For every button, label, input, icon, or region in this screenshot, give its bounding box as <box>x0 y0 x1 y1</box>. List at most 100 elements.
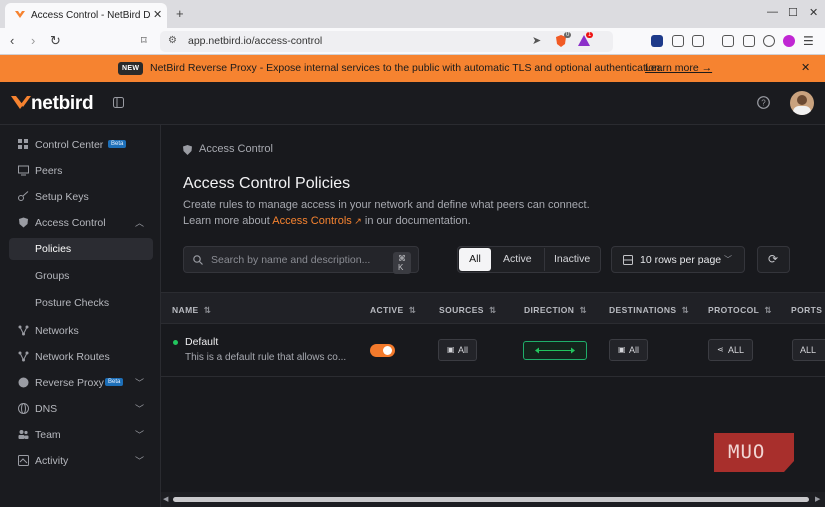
search-input[interactable]: Search by name and description... ⌘ K <box>183 246 419 274</box>
scrollbar-thumb[interactable] <box>173 497 809 502</box>
brand-name: netbird <box>31 93 94 114</box>
horizontal-scrollbar[interactable]: ◀ ▶ <box>161 492 825 507</box>
desc-suffix: in our documentation. <box>361 215 471 227</box>
sidebar-item-label: Team <box>35 429 61 441</box>
filter-active-button[interactable]: Active <box>503 253 532 265</box>
share-icon: ⋖ <box>717 345 724 354</box>
sidebar-item-reverse-proxy[interactable]: Reverse Proxy Beta ﹀ <box>9 372 153 394</box>
minimize-icon[interactable]: — <box>767 6 778 18</box>
sidebar-item-label: Reverse Proxy <box>35 377 104 389</box>
browser-tab-bar: Access Control - NetBird Dashboard ✕ + —… <box>0 0 825 28</box>
sidebar-item-dns[interactable]: DNS ﹀ <box>9 398 153 420</box>
sidebar-item-networks[interactable]: Networks <box>9 320 153 342</box>
learn-more-link[interactable]: Learn more → <box>645 62 712 74</box>
scroll-right-icon[interactable]: ▶ <box>815 495 820 503</box>
external-link-icon: ↗ <box>351 216 362 226</box>
menu-icon[interactable]: ☰ <box>803 34 814 48</box>
chevron-down-icon: ﹀ <box>135 456 145 466</box>
sidebar-item-peers[interactable]: Peers <box>9 160 153 182</box>
breadcrumb[interactable]: Access Control <box>199 143 273 155</box>
sidebar-toggle-icon[interactable] <box>722 35 734 47</box>
close-tab-icon[interactable]: ✕ <box>153 8 162 21</box>
browser-tab[interactable]: Access Control - NetBird Dashboard ✕ <box>5 3 167 28</box>
search-icon <box>193 255 203 265</box>
filter-all-button[interactable]: All <box>459 248 491 271</box>
active-toggle[interactable] <box>370 344 395 357</box>
page-description: Create rules to manage access in your ne… <box>183 199 590 211</box>
shield-icon <box>19 217 28 228</box>
sidebar-item-label: Control Center <box>35 139 104 151</box>
policy-description: This is a default rule that allows co... <box>185 352 347 363</box>
sidebar-item-groups[interactable]: Groups <box>9 265 153 287</box>
bookmark-icon[interactable]: ⌑ <box>141 34 147 47</box>
beta-badge: Beta <box>105 378 124 386</box>
maximize-icon[interactable]: ☐ <box>788 6 798 19</box>
column-header-active[interactable]: ACTIVE ⇅ <box>370 305 416 316</box>
table-row[interactable]: Default This is a default rule that allo… <box>161 325 825 377</box>
profile-icon[interactable] <box>783 35 795 47</box>
column-header-protocol[interactable]: PROTOCOL ⇅ <box>708 305 772 316</box>
sidebar-item-team[interactable]: Team ﹀ <box>9 424 153 446</box>
announcement-banner: NEW NetBird Reverse Proxy - Expose inter… <box>0 55 825 82</box>
chevron-down-icon: ﹀ <box>135 404 145 414</box>
network-icon <box>18 325 29 336</box>
screenshot-icon[interactable] <box>692 35 704 47</box>
leo-ai-icon[interactable] <box>763 35 775 47</box>
sidebar-item-activity[interactable]: Activity ﹀ <box>9 450 153 472</box>
search-placeholder: Search by name and description... <box>211 254 371 266</box>
bidirectional-arrow-icon <box>535 347 575 354</box>
globe-icon <box>18 403 29 414</box>
rows-per-page-select[interactable]: 10 rows per page ﹀ <box>611 246 745 273</box>
scroll-left-icon[interactable]: ◀ <box>163 495 168 503</box>
protocol-value: ALL <box>728 345 745 355</box>
column-header-sources[interactable]: SOURCES ⇅ <box>439 305 496 316</box>
team-icon <box>18 430 29 439</box>
sidebar-item-policies[interactable]: Policies <box>9 238 153 260</box>
beta-badge: Beta <box>108 140 127 148</box>
netbird-app: netbird ? Control Center Beta Peers Setu… <box>0 82 825 507</box>
sidebar-item-posture-checks[interactable]: Posture Checks <box>9 292 153 314</box>
wallet-icon[interactable] <box>743 35 755 47</box>
help-icon[interactable]: ? <box>757 96 770 109</box>
muo-watermark: MUO <box>714 433 794 472</box>
forward-icon[interactable]: › <box>31 33 35 48</box>
column-header-ports[interactable]: PORTS <box>791 305 822 315</box>
sidebar-item-label: Access Control <box>35 217 106 229</box>
address-bar[interactable]: ⚙ app.netbird.io/access-control ➤ 0 1 <box>160 31 613 52</box>
close-banner-icon[interactable]: ✕ <box>801 61 810 74</box>
netbird-favicon <box>15 11 25 18</box>
sidebar-item-label: DNS <box>35 403 58 415</box>
ports-chip[interactable]: ALL <box>792 339 825 361</box>
refresh-button[interactable]: ⟳ <box>757 246 790 273</box>
shield-icon <box>183 145 192 155</box>
shield-count-badge: 0 <box>564 32 572 38</box>
chevron-up-icon: ︿ <box>135 218 145 228</box>
reload-icon[interactable]: ↻ <box>50 33 61 49</box>
sidebar-item-label: Posture Checks <box>35 297 110 309</box>
main-content: Access Control Access Control Policies C… <box>161 125 825 507</box>
avatar[interactable] <box>790 91 814 115</box>
key-icon <box>18 191 29 201</box>
column-header-destinations[interactable]: DESTINATIONS ⇅ <box>609 305 689 316</box>
sidebar-item-network-routes[interactable]: Network Routes <box>9 346 153 368</box>
sidebar-item-access-control[interactable]: Access Control ︿ <box>9 212 153 234</box>
protocol-chip[interactable]: ⋖ ALL <box>708 339 753 361</box>
extensions-icon[interactable] <box>672 35 684 47</box>
column-header-name[interactable]: NAME ⇅ <box>172 305 211 316</box>
sidebar-item-label: Network Routes <box>35 351 110 363</box>
sidebar-item-setup-keys[interactable]: Setup Keys <box>9 186 153 208</box>
bitwarden-icon[interactable] <box>651 35 663 47</box>
column-header-direction[interactable]: DIRECTION ⇅ <box>524 305 587 316</box>
destinations-chip[interactable]: ▣ All <box>609 339 648 361</box>
site-settings-icon[interactable]: ⚙ <box>168 35 177 46</box>
sources-chip[interactable]: ▣ All <box>438 339 477 361</box>
close-window-icon[interactable]: ✕ <box>809 6 818 19</box>
filter-inactive-button[interactable]: Inactive <box>554 253 590 265</box>
sidebar-item-control-center[interactable]: Control Center Beta <box>9 134 153 156</box>
back-icon[interactable]: ‹ <box>10 33 14 48</box>
collapse-sidebar-icon[interactable] <box>113 97 124 108</box>
send-icon[interactable]: ➤ <box>532 34 541 47</box>
sidebar-item-label: Policies <box>35 243 72 255</box>
new-tab-icon[interactable]: + <box>176 6 184 21</box>
access-controls-link[interactable]: Access Controls <box>272 215 351 227</box>
